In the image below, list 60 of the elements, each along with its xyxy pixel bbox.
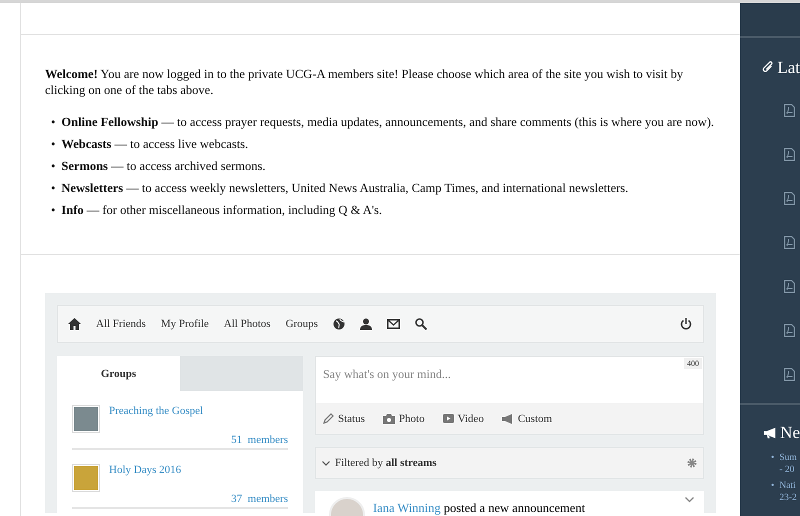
author-link[interactable]: Iana Winning <box>373 501 441 515</box>
nav-link[interactable]: All Photos <box>224 318 271 330</box>
bullet: • <box>51 158 56 174</box>
pencil-icon <box>323 413 334 424</box>
search-icon[interactable] <box>414 318 427 330</box>
nav-link[interactable]: All Friends <box>96 318 146 330</box>
pdf-file-icon[interactable] <box>784 324 795 337</box>
custom-button[interactable]: Custom <box>502 412 552 424</box>
area-description: Newsletters — to access weekly newsletters, United News Australia, Camp Times, and international newsletters. <box>61 180 628 196</box>
member-count: 51 members <box>231 434 288 446</box>
area-description: Sermons — to access archived sermons. <box>61 158 266 174</box>
pdf-file-icon[interactable] <box>784 280 795 293</box>
bullet: • <box>51 114 56 130</box>
section-title: Ne <box>780 423 800 443</box>
megaphone-icon <box>763 427 778 439</box>
news-link[interactable]: 23-2 <box>779 492 797 504</box>
video-icon <box>442 414 454 423</box>
area-description: Online Fellowship — to access prayer requests, media updates, announcements, and share comments (this is where you are now). <box>61 114 714 130</box>
pdf-file-icon[interactable] <box>784 236 795 249</box>
photo-button[interactable]: Photo <box>382 412 425 424</box>
user-icon[interactable] <box>360 318 372 330</box>
bullet: • <box>771 480 774 493</box>
area-description: Info — for other miscellaneous information, including Q & A's. <box>61 202 382 218</box>
bullet: • <box>771 452 774 465</box>
group-link[interactable]: Holy Days 2016 <box>109 464 288 492</box>
mail-icon[interactable] <box>386 319 400 329</box>
bullet: • <box>51 202 56 218</box>
post-heading: Iana Winning posted a new announcement <box>373 500 586 516</box>
filter-text: Filtered by all streams <box>335 457 437 469</box>
nav-link[interactable]: Groups <box>286 318 318 330</box>
photo-placeholder <box>72 405 100 433</box>
pdf-file-icon[interactable] <box>784 368 795 381</box>
bullet: • <box>51 136 56 152</box>
character-counter: 400 <box>684 358 702 369</box>
paperclip-icon <box>762 61 774 75</box>
camera-icon <box>382 414 395 424</box>
globe-icon[interactable] <box>332 318 345 330</box>
settings-icon[interactable] <box>687 458 697 468</box>
stream-filter[interactable]: Filtered by all streams <box>315 447 704 479</box>
power-icon[interactable] <box>680 318 692 330</box>
home-icon[interactable] <box>68 318 81 330</box>
group-link[interactable]: Preaching the Gospel <box>109 405 288 433</box>
pdf-file-icon[interactable] <box>784 104 795 117</box>
chevron-icon[interactable] <box>685 497 694 503</box>
member-count: 37 members <box>231 493 288 505</box>
status-button[interactable]: Status <box>323 412 365 424</box>
bullet: • <box>51 180 56 196</box>
news-link[interactable]: Sum <box>779 452 797 464</box>
welcome-text: Welcome! You are now logged in to the private UCG-A members site! Please choose which area of the site you wish to visit by clicking on one of the tabs above. <box>45 66 684 98</box>
megaphone-icon <box>502 414 514 424</box>
photo-placeholder <box>72 464 100 492</box>
nav-link[interactable]: My Profile <box>160 318 209 330</box>
area-description: Webcasts — to access live webcasts. <box>61 136 248 152</box>
news-link[interactable]: Nati <box>779 480 797 492</box>
chevron-icon <box>322 460 330 466</box>
pdf-file-icon[interactable] <box>784 148 795 161</box>
news-link[interactable]: - 20 <box>779 464 797 476</box>
section-title: Lat <box>777 58 800 78</box>
video-button[interactable]: Video <box>442 412 484 424</box>
pdf-file-icon[interactable] <box>784 192 795 205</box>
